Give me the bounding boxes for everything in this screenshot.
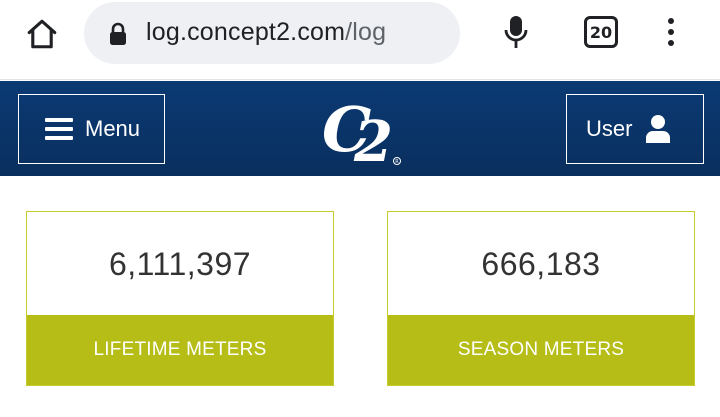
- home-icon: [27, 19, 57, 49]
- tab-switcher-button[interactable]: 20: [584, 16, 618, 48]
- microphone-icon: [504, 16, 528, 48]
- url-host: log.concept2.com: [146, 18, 346, 46]
- lifetime-meters-label: LIFETIME METERS: [93, 339, 267, 360]
- more-options-button[interactable]: [660, 10, 682, 54]
- user-button[interactable]: User: [566, 94, 704, 164]
- address-bar[interactable]: log.concept2.com/log: [84, 2, 460, 64]
- user-icon: [646, 115, 671, 143]
- concept2-logo[interactable]: C 2 R: [314, 87, 406, 171]
- home-button[interactable]: [20, 12, 64, 56]
- menu-label: Menu: [85, 116, 141, 141]
- lifetime-meters-value: 6,111,397: [108, 246, 252, 282]
- more-vert-dot: [668, 40, 674, 46]
- season-meters-card: 666,183 SEASON METERS: [387, 211, 695, 386]
- url-path: /log: [345, 18, 387, 46]
- season-meters-value: 666,183: [481, 246, 601, 282]
- more-vert-dot: [668, 29, 674, 35]
- svg-text:R: R: [395, 159, 399, 165]
- svg-text:2: 2: [353, 109, 393, 171]
- season-meters-label: SEASON METERS: [457, 339, 625, 360]
- lifetime-meters-label-bar: LIFETIME METERS: [27, 315, 333, 385]
- lock-icon: [110, 22, 126, 45]
- season-meters-label-bar: SEASON METERS: [388, 315, 694, 385]
- lifetime-meters-card: 6,111,397 LIFETIME METERS: [26, 211, 334, 386]
- voice-search-button[interactable]: [496, 10, 536, 54]
- user-label: User: [586, 116, 633, 141]
- hamburger-icon: [45, 118, 73, 140]
- browser-toolbar: log.concept2.com/log 20: [0, 0, 720, 80]
- more-vert-icon: [668, 18, 674, 24]
- tab-count: 20: [589, 22, 613, 42]
- site-header: Menu C 2 R User: [0, 81, 720, 176]
- menu-button[interactable]: Menu: [18, 94, 165, 164]
- url-text[interactable]: log.concept2.com/log: [146, 18, 386, 47]
